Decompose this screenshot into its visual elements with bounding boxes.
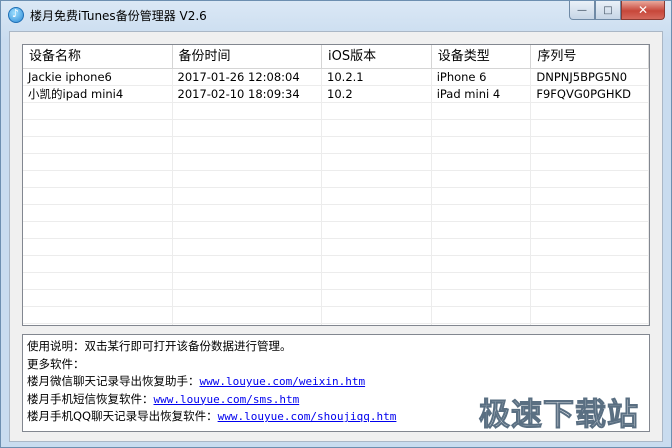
sms-link[interactable]: www.louyue.com/sms.htm <box>154 393 300 406</box>
minimize-button[interactable]: — <box>569 1 595 20</box>
empty-row <box>23 324 649 325</box>
column-header-serial-number[interactable]: 序列号 <box>531 45 649 68</box>
shoujiqq-link[interactable]: www.louyue.com/shoujiqq.htm <box>218 410 397 423</box>
empty-row <box>23 239 649 256</box>
client-area: 设备名称 备份时间 iOS版本 设备类型 序列号 Jackie iphone6 … <box>9 31 663 442</box>
cell-device-name: 小凯的ipad mini4 <box>23 86 173 103</box>
weixin-link[interactable]: www.louyue.com/weixin.htm <box>200 375 366 388</box>
column-header-device-name[interactable]: 设备名称 <box>23 45 173 68</box>
itunes-music-icon <box>8 7 24 23</box>
column-header-backup-time[interactable]: 备份时间 <box>173 45 323 68</box>
empty-row <box>23 307 649 324</box>
app-window: 楼月免费iTunes备份管理器 V2.6 — □ ✕ 设备名称 备份时间 iOS… <box>0 0 672 448</box>
cell-ios-version: 10.2.1 <box>322 69 432 86</box>
empty-row <box>23 273 649 290</box>
empty-row <box>23 154 649 171</box>
empty-row <box>23 205 649 222</box>
column-header-device-type[interactable]: 设备类型 <box>432 45 532 68</box>
table-row[interactable]: Jackie iphone6 2017-01-26 12:08:04 10.2.… <box>23 69 649 86</box>
window-controls: — □ ✕ <box>569 1 665 21</box>
title-bar[interactable]: 楼月免费iTunes备份管理器 V2.6 — □ ✕ <box>1 1 671 29</box>
empty-row <box>23 188 649 205</box>
cell-serial-number: DNPNJ5BPG5N0 <box>531 69 649 86</box>
window-title: 楼月免费iTunes备份管理器 V2.6 <box>30 9 207 23</box>
backup-list[interactable]: 设备名称 备份时间 iOS版本 设备类型 序列号 Jackie iphone6 … <box>22 44 650 326</box>
empty-row <box>23 171 649 188</box>
usage-text: 使用说明：双击某行即可打开该备份数据进行管理。 <box>27 339 292 353</box>
cell-backup-time: 2017-01-26 12:08:04 <box>173 69 323 86</box>
maximize-icon: □ <box>603 4 613 16</box>
software-label: 楼月手机QQ聊天记录导出恢复软件： <box>27 409 218 424</box>
maximize-button[interactable]: □ <box>595 1 621 20</box>
software-label: 楼月微信聊天记录导出恢复助手： <box>27 374 200 389</box>
empty-row <box>23 137 649 154</box>
empty-row <box>23 290 649 307</box>
empty-row <box>23 103 649 120</box>
table-row[interactable]: 小凯的ipad mini4 2017-02-10 18:09:34 10.2 i… <box>23 86 649 103</box>
list-header: 设备名称 备份时间 iOS版本 设备类型 序列号 <box>23 45 649 69</box>
list-rows: Jackie iphone6 2017-01-26 12:08:04 10.2.… <box>23 69 649 325</box>
more-software-label: 更多软件： <box>27 356 85 371</box>
empty-row <box>23 120 649 137</box>
watermark: 极速下载站 <box>479 397 639 434</box>
close-button[interactable]: ✕ <box>621 1 665 20</box>
cell-device-type: iPad mini 4 <box>432 86 532 103</box>
software-label: 楼月手机短信恢复软件： <box>27 391 154 406</box>
minimize-icon: — <box>577 4 587 16</box>
close-icon: ✕ <box>637 3 649 17</box>
cell-serial-number: F9FQVG0PGHKD <box>531 86 649 103</box>
cell-device-name: Jackie iphone6 <box>23 69 173 86</box>
empty-row <box>23 256 649 273</box>
column-header-ios-version[interactable]: iOS版本 <box>322 45 432 68</box>
empty-row <box>23 222 649 239</box>
cell-device-type: iPhone 6 <box>432 69 532 86</box>
cell-backup-time: 2017-02-10 18:09:34 <box>173 86 323 103</box>
cell-ios-version: 10.2 <box>322 86 432 103</box>
